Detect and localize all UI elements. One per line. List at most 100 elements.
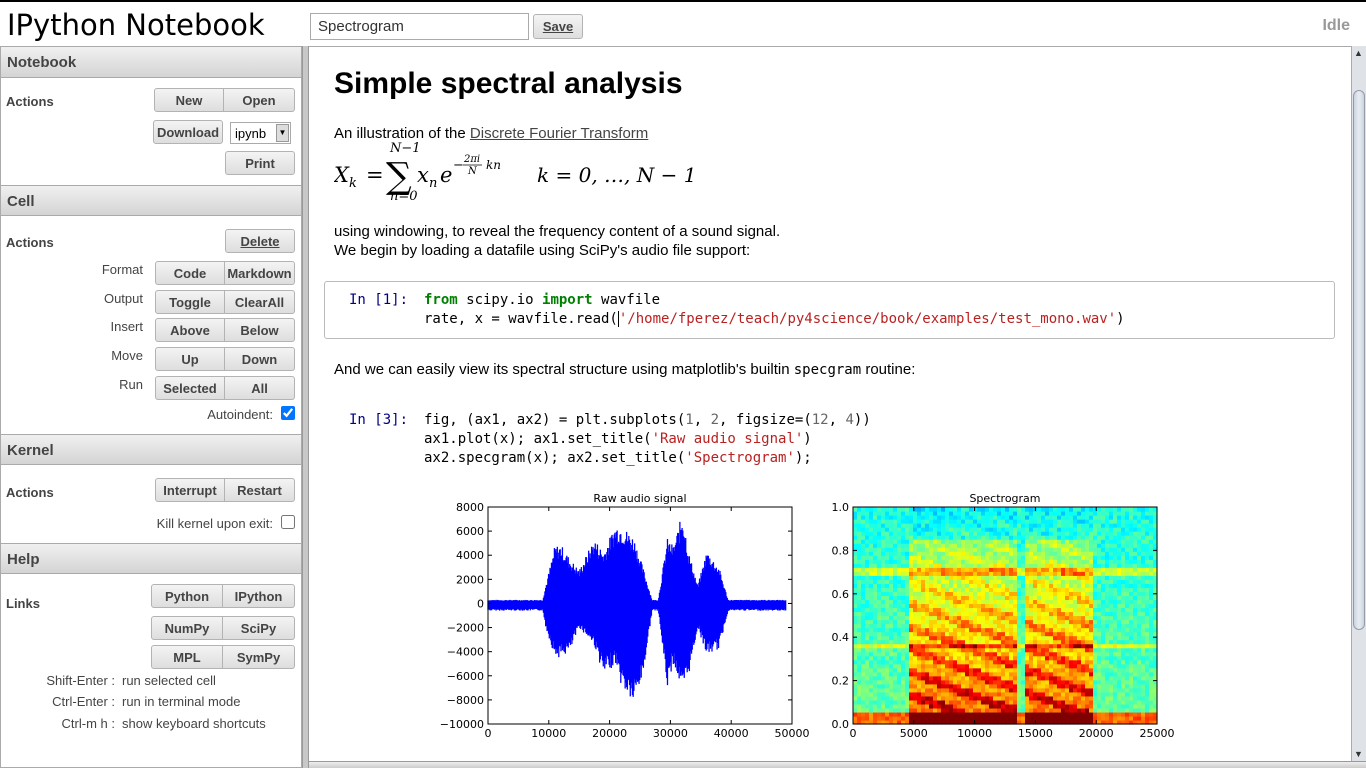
spectrogram-cell	[885, 639, 890, 645]
spectrogram-cell	[1033, 663, 1038, 669]
spectrogram-cell	[1109, 643, 1114, 649]
mpl-link-button[interactable]: MPL	[151, 645, 223, 669]
spectrogram-cell	[1133, 687, 1138, 693]
spectrogram-cell	[1049, 599, 1054, 605]
spectrogram-cell	[1009, 519, 1014, 524]
spectrogram-cell	[1093, 659, 1098, 665]
sympy-link-button[interactable]: SymPy	[223, 645, 295, 669]
section-header-cell[interactable]: Cell	[1, 185, 301, 216]
dft-link[interactable]: Discrete Fourier Transform	[470, 125, 648, 142]
above-button[interactable]: Above	[155, 318, 225, 342]
spectrogram-cell	[1117, 643, 1122, 649]
up-button[interactable]: Up	[155, 347, 225, 371]
spectrogram-cell	[929, 583, 934, 588]
code-cell-1[interactable]: In [1]: from scipy.io import wavfile rat…	[324, 281, 1335, 339]
scroll-up-icon[interactable]: ▲	[1354, 48, 1363, 58]
spectrogram-cell	[1073, 543, 1078, 548]
spectrogram-cell	[1121, 511, 1126, 516]
spectrogram-cell	[1113, 547, 1118, 552]
clearall-button[interactable]: ClearAll	[225, 290, 295, 314]
spectrogram-cell	[937, 663, 942, 669]
spectrogram-cell	[1101, 595, 1106, 601]
spectrogram-cell	[877, 691, 882, 697]
spectrogram-cell	[1105, 583, 1110, 588]
spectrogram-cell	[1089, 579, 1094, 584]
spectrogram-cell	[1013, 607, 1018, 613]
download-button[interactable]: Download	[153, 120, 223, 144]
save-button[interactable]: Save	[533, 14, 583, 39]
down-button[interactable]: Down	[225, 347, 295, 371]
vertical-scrollbar[interactable]: ▲ ▼	[1351, 46, 1366, 761]
spectrogram-cell	[977, 611, 982, 617]
code-cell-3[interactable]: In [3]: fig, (ax1, ax2) = plt.subplots(1…	[324, 401, 1335, 761]
spectrogram-cell	[865, 543, 870, 548]
spectrogram-cell	[933, 507, 938, 512]
spectrogram-cell	[1081, 571, 1086, 576]
section-header-help[interactable]: Help	[1, 543, 301, 574]
spectrogram-cell	[1037, 567, 1042, 572]
spectrogram-cell	[1133, 599, 1138, 605]
spectrogram-cell	[1133, 571, 1138, 576]
cell-code[interactable]: from scipy.io import wavfile rate, x = w…	[424, 291, 1125, 329]
restart-button[interactable]: Restart	[225, 478, 295, 502]
spectrogram-cell	[905, 675, 910, 681]
print-button[interactable]: Print	[225, 151, 295, 175]
notebook-name-input[interactable]	[310, 13, 529, 40]
spectrogram-cell	[1093, 583, 1098, 588]
horizontal-scrollbar[interactable]	[309, 761, 1366, 768]
spectrogram-cell	[1029, 631, 1034, 637]
spectrogram-cell	[1041, 587, 1046, 592]
scroll-down-icon[interactable]: ▼	[1354, 749, 1363, 759]
spectrogram-cell	[929, 615, 934, 621]
download-format-select[interactable]: ipynb ▼	[230, 122, 291, 144]
open-button[interactable]: Open	[224, 88, 295, 112]
spectrogram-cell	[925, 659, 930, 665]
code-button[interactable]: Code	[155, 261, 225, 285]
run-selected-button[interactable]: Selected	[155, 376, 225, 400]
new-button[interactable]: New	[154, 88, 224, 112]
spectrogram-cell	[1029, 567, 1034, 572]
spectrogram-cell	[933, 531, 938, 536]
spectrogram-cell	[873, 531, 878, 536]
toggle-button[interactable]: Toggle	[155, 290, 225, 314]
spectrogram-cell	[941, 659, 946, 665]
ipython-link-button[interactable]: IPython	[223, 584, 295, 608]
scipy-link-button[interactable]: SciPy	[223, 616, 295, 640]
section-header-kernel[interactable]: Kernel	[1, 434, 301, 465]
spectrogram-cell	[1001, 703, 1006, 709]
spectrogram-cell	[937, 559, 942, 564]
spectrogram-cell	[937, 555, 942, 560]
panel-splitter[interactable]	[302, 46, 309, 768]
spectrogram-cell	[905, 603, 910, 609]
spectrogram-cell	[1105, 615, 1110, 621]
python-link-button[interactable]: Python	[151, 584, 223, 608]
kill-kernel-checkbox[interactable]	[281, 515, 295, 529]
spectrogram-cell	[937, 699, 942, 705]
spectrogram-cell	[897, 531, 902, 536]
delete-button[interactable]: Delete	[225, 229, 295, 253]
run-all-button[interactable]: All	[225, 376, 295, 400]
markdown-button[interactable]: Markdown	[225, 261, 295, 285]
spectrogram-cell	[1073, 575, 1078, 580]
spectrogram-cell	[933, 711, 938, 717]
spectrogram-cell	[1089, 523, 1094, 528]
spectrogram-cell	[925, 575, 930, 580]
spectrogram-cell	[1113, 671, 1118, 677]
cell-code[interactable]: fig, (ax1, ax2) = plt.subplots(1, 2, fig…	[424, 411, 871, 468]
autoindent-checkbox[interactable]	[281, 406, 295, 420]
spectrogram-cell	[1021, 579, 1026, 584]
spectrogram-cell	[1129, 527, 1134, 532]
spectrogram-cell	[941, 655, 946, 661]
spectrogram-cell	[861, 547, 866, 552]
interrupt-button[interactable]: Interrupt	[155, 478, 225, 502]
spectrogram-cell	[1121, 607, 1126, 613]
numpy-link-button[interactable]: NumPy	[151, 616, 223, 640]
scrollbar-thumb[interactable]	[1353, 90, 1365, 630]
spectrogram-cell	[1069, 599, 1074, 605]
spectrogram-cell	[1065, 547, 1070, 552]
section-header-notebook[interactable]: Notebook	[1, 47, 301, 78]
spectrogram-cell	[997, 667, 1002, 673]
spectrogram-cell	[1029, 591, 1034, 597]
spectrogram-cell	[1097, 627, 1102, 633]
below-button[interactable]: Below	[225, 318, 295, 342]
